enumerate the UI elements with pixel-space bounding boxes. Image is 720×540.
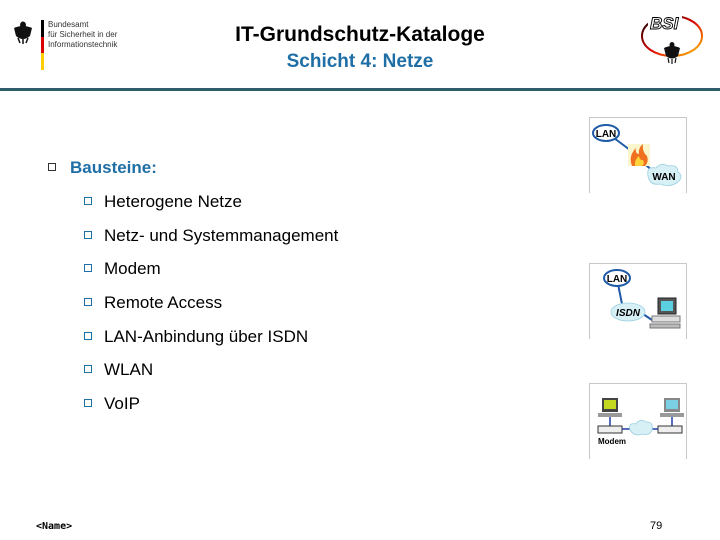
org-line-1: Bundesamt xyxy=(48,20,89,29)
federal-eagle-icon xyxy=(664,42,680,64)
bullet-icon xyxy=(84,398,92,407)
list-item-text: WLAN xyxy=(104,360,154,379)
bullet-icon xyxy=(84,364,92,373)
wan-label: WAN xyxy=(652,172,675,183)
organization-name: Bundesamt für Sicherheit in der Informat… xyxy=(48,20,117,50)
section-heading-text: Bausteine: xyxy=(70,158,157,177)
isdn-label: ISDN xyxy=(616,308,641,319)
modem-network-icon xyxy=(597,398,684,436)
page-number: 79 xyxy=(650,520,663,532)
lan-label: LAN xyxy=(607,274,628,285)
bullet-icon xyxy=(84,230,92,239)
list-item-text: Remote Access xyxy=(104,293,223,312)
bullet-icon xyxy=(84,297,92,306)
slide-subtitle: Schicht 4: Netze xyxy=(286,51,434,72)
bullet-icon xyxy=(84,196,92,205)
bullet-icon xyxy=(84,331,92,340)
list-item: Modem xyxy=(84,259,161,279)
bsi-logo: BSI xyxy=(641,14,703,64)
list-item: WLAN xyxy=(84,360,153,380)
list-item-text: LAN-Anbindung über ISDN xyxy=(104,327,309,346)
list-item: Remote Access xyxy=(84,293,222,313)
bullet-icon xyxy=(48,162,56,171)
org-line-2: für Sicherheit in der xyxy=(48,30,118,39)
german-flag-bar xyxy=(41,20,44,70)
section-heading: Bausteine: xyxy=(48,158,157,178)
federal-eagle-icon xyxy=(14,21,32,44)
header-divider xyxy=(0,88,720,91)
bsi-logo-text: BSI xyxy=(650,14,680,33)
list-item-text: Heterogene Netze xyxy=(104,192,242,211)
computer-icon xyxy=(649,297,681,329)
list-item: VoIP xyxy=(84,394,140,414)
list-item: LAN-Anbindung über ISDN xyxy=(84,327,308,347)
bsi-organization-logo: Bundesamt für Sicherheit in der Informat… xyxy=(8,14,168,70)
list-item: Heterogene Netze xyxy=(84,192,242,212)
modem-illustration: Modem xyxy=(589,383,687,459)
lan-label: LAN xyxy=(596,129,617,140)
isdn-illustration: LAN ISDN xyxy=(589,263,687,339)
firewall-illustration: LAN WAN xyxy=(589,117,687,193)
firewall-flame-icon xyxy=(628,144,650,166)
footer-presenter-name: <Name> xyxy=(36,521,73,532)
slide-title: IT-Grundschutz-Kataloge xyxy=(235,23,485,46)
bullet-icon xyxy=(84,263,92,272)
list-item-text: VoIP xyxy=(104,394,140,413)
modem-label: Modem xyxy=(598,437,626,446)
list-item: Netz- und Systemmanagement xyxy=(84,226,338,246)
org-line-3: Informationstechnik xyxy=(48,40,118,49)
list-item-text: Netz- und Systemmanagement xyxy=(104,226,339,245)
list-item-text: Modem xyxy=(104,259,161,278)
